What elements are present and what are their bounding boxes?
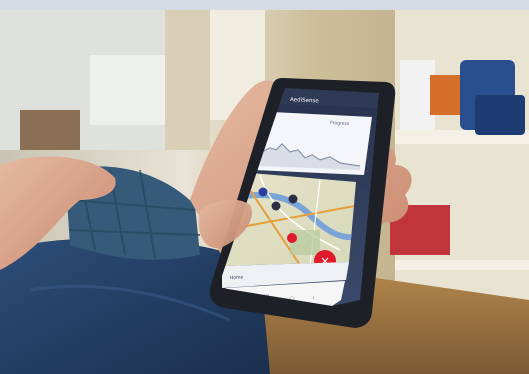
map-marker-dark-2[interactable] — [288, 194, 298, 204]
nav-back-icon[interactable]: ‹ — [312, 294, 315, 302]
orange-item — [430, 75, 460, 115]
furniture — [20, 110, 80, 150]
scene-svg: × III ○ ‹ AediSense Progress Home — [0, 0, 529, 374]
white-box — [400, 60, 435, 130]
photo-scene: × III ○ ‹ AediSense Progress Home — [0, 0, 529, 374]
blue-bottle — [475, 95, 525, 135]
shelf-board-lower — [395, 260, 529, 270]
map-marker-blue[interactable] — [258, 187, 268, 197]
pillar — [165, 10, 210, 150]
top-border — [0, 0, 529, 10]
map-marker-red[interactable] — [287, 233, 297, 243]
bottom-nav-home-label[interactable]: Home — [230, 275, 244, 281]
chart-badge: Progress — [330, 120, 350, 127]
map-marker-dark[interactable] — [271, 201, 281, 211]
